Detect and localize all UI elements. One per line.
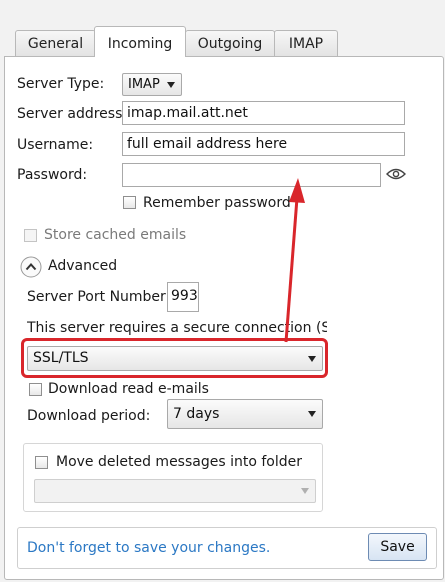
password-input[interactable]	[122, 163, 381, 187]
port-label: Server Port Number:	[27, 289, 171, 305]
chevron-down-icon	[308, 411, 316, 417]
server-type-select[interactable]: IMAP	[122, 73, 182, 96]
password-label: Password:	[17, 167, 88, 183]
move-deleted-label: Move deleted messages into folder	[56, 454, 303, 470]
download-period-value: 7 days	[173, 406, 220, 422]
download-read-checkbox[interactable]	[29, 383, 42, 396]
chevron-up-icon[interactable]	[20, 256, 42, 278]
server-address-input[interactable]: imap.mail.att.net	[122, 101, 405, 125]
annotation-arrow-icon	[284, 178, 305, 343]
remember-password-label: Remember password	[143, 195, 291, 211]
tab-incoming[interactable]: Incoming	[94, 26, 186, 57]
folder-select[interactable]	[34, 479, 316, 503]
download-period-label: Download period:	[27, 408, 151, 424]
server-type-label: Server Type:	[17, 76, 105, 92]
store-cached-label: Store cached emails	[44, 227, 187, 243]
chevron-down-icon	[301, 488, 309, 494]
move-deleted-checkbox[interactable]	[35, 456, 48, 469]
tab-outgoing[interactable]: Outgoing	[185, 30, 275, 56]
tab-general[interactable]: General	[15, 30, 96, 56]
port-input[interactable]: 993	[167, 282, 199, 312]
server-address-label: Server address:	[17, 106, 128, 122]
download-read-label: Download read e-mails	[48, 381, 209, 397]
save-button[interactable]: Save	[368, 533, 427, 561]
store-cached-checkbox[interactable]	[24, 229, 37, 242]
save-reminder-text: Don't forget to save your changes.	[27, 540, 271, 556]
username-input[interactable]: full email address here	[122, 132, 405, 156]
eye-icon[interactable]	[386, 167, 406, 181]
server-type-value: IMAP	[128, 77, 160, 92]
chevron-down-icon	[167, 81, 175, 88]
download-period-select[interactable]: 7 days	[167, 399, 323, 429]
remember-password-checkbox[interactable]	[123, 196, 136, 209]
advanced-toggle-label[interactable]: Advanced	[48, 258, 117, 274]
tab-imap[interactable]: IMAP	[274, 30, 338, 56]
username-label: Username:	[17, 137, 94, 153]
